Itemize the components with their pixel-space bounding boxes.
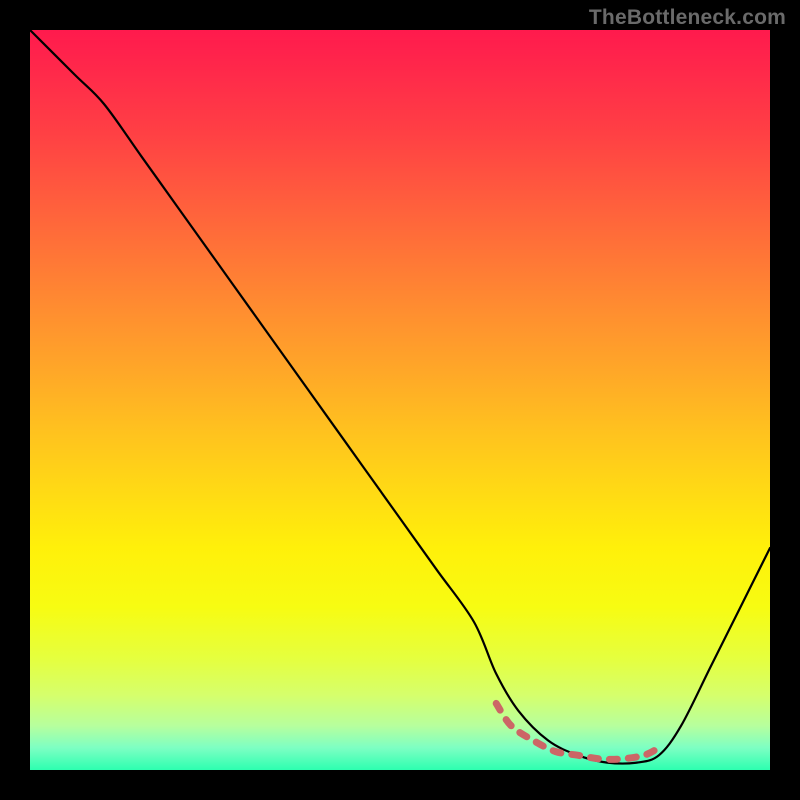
watermark-text: TheBottleneck.com bbox=[589, 6, 786, 30]
plot-area bbox=[30, 30, 770, 770]
chart-frame: TheBottleneck.com bbox=[0, 0, 800, 800]
valley-highlight bbox=[496, 703, 659, 759]
curve-layer bbox=[30, 30, 770, 770]
bottleneck-curve bbox=[30, 30, 770, 764]
